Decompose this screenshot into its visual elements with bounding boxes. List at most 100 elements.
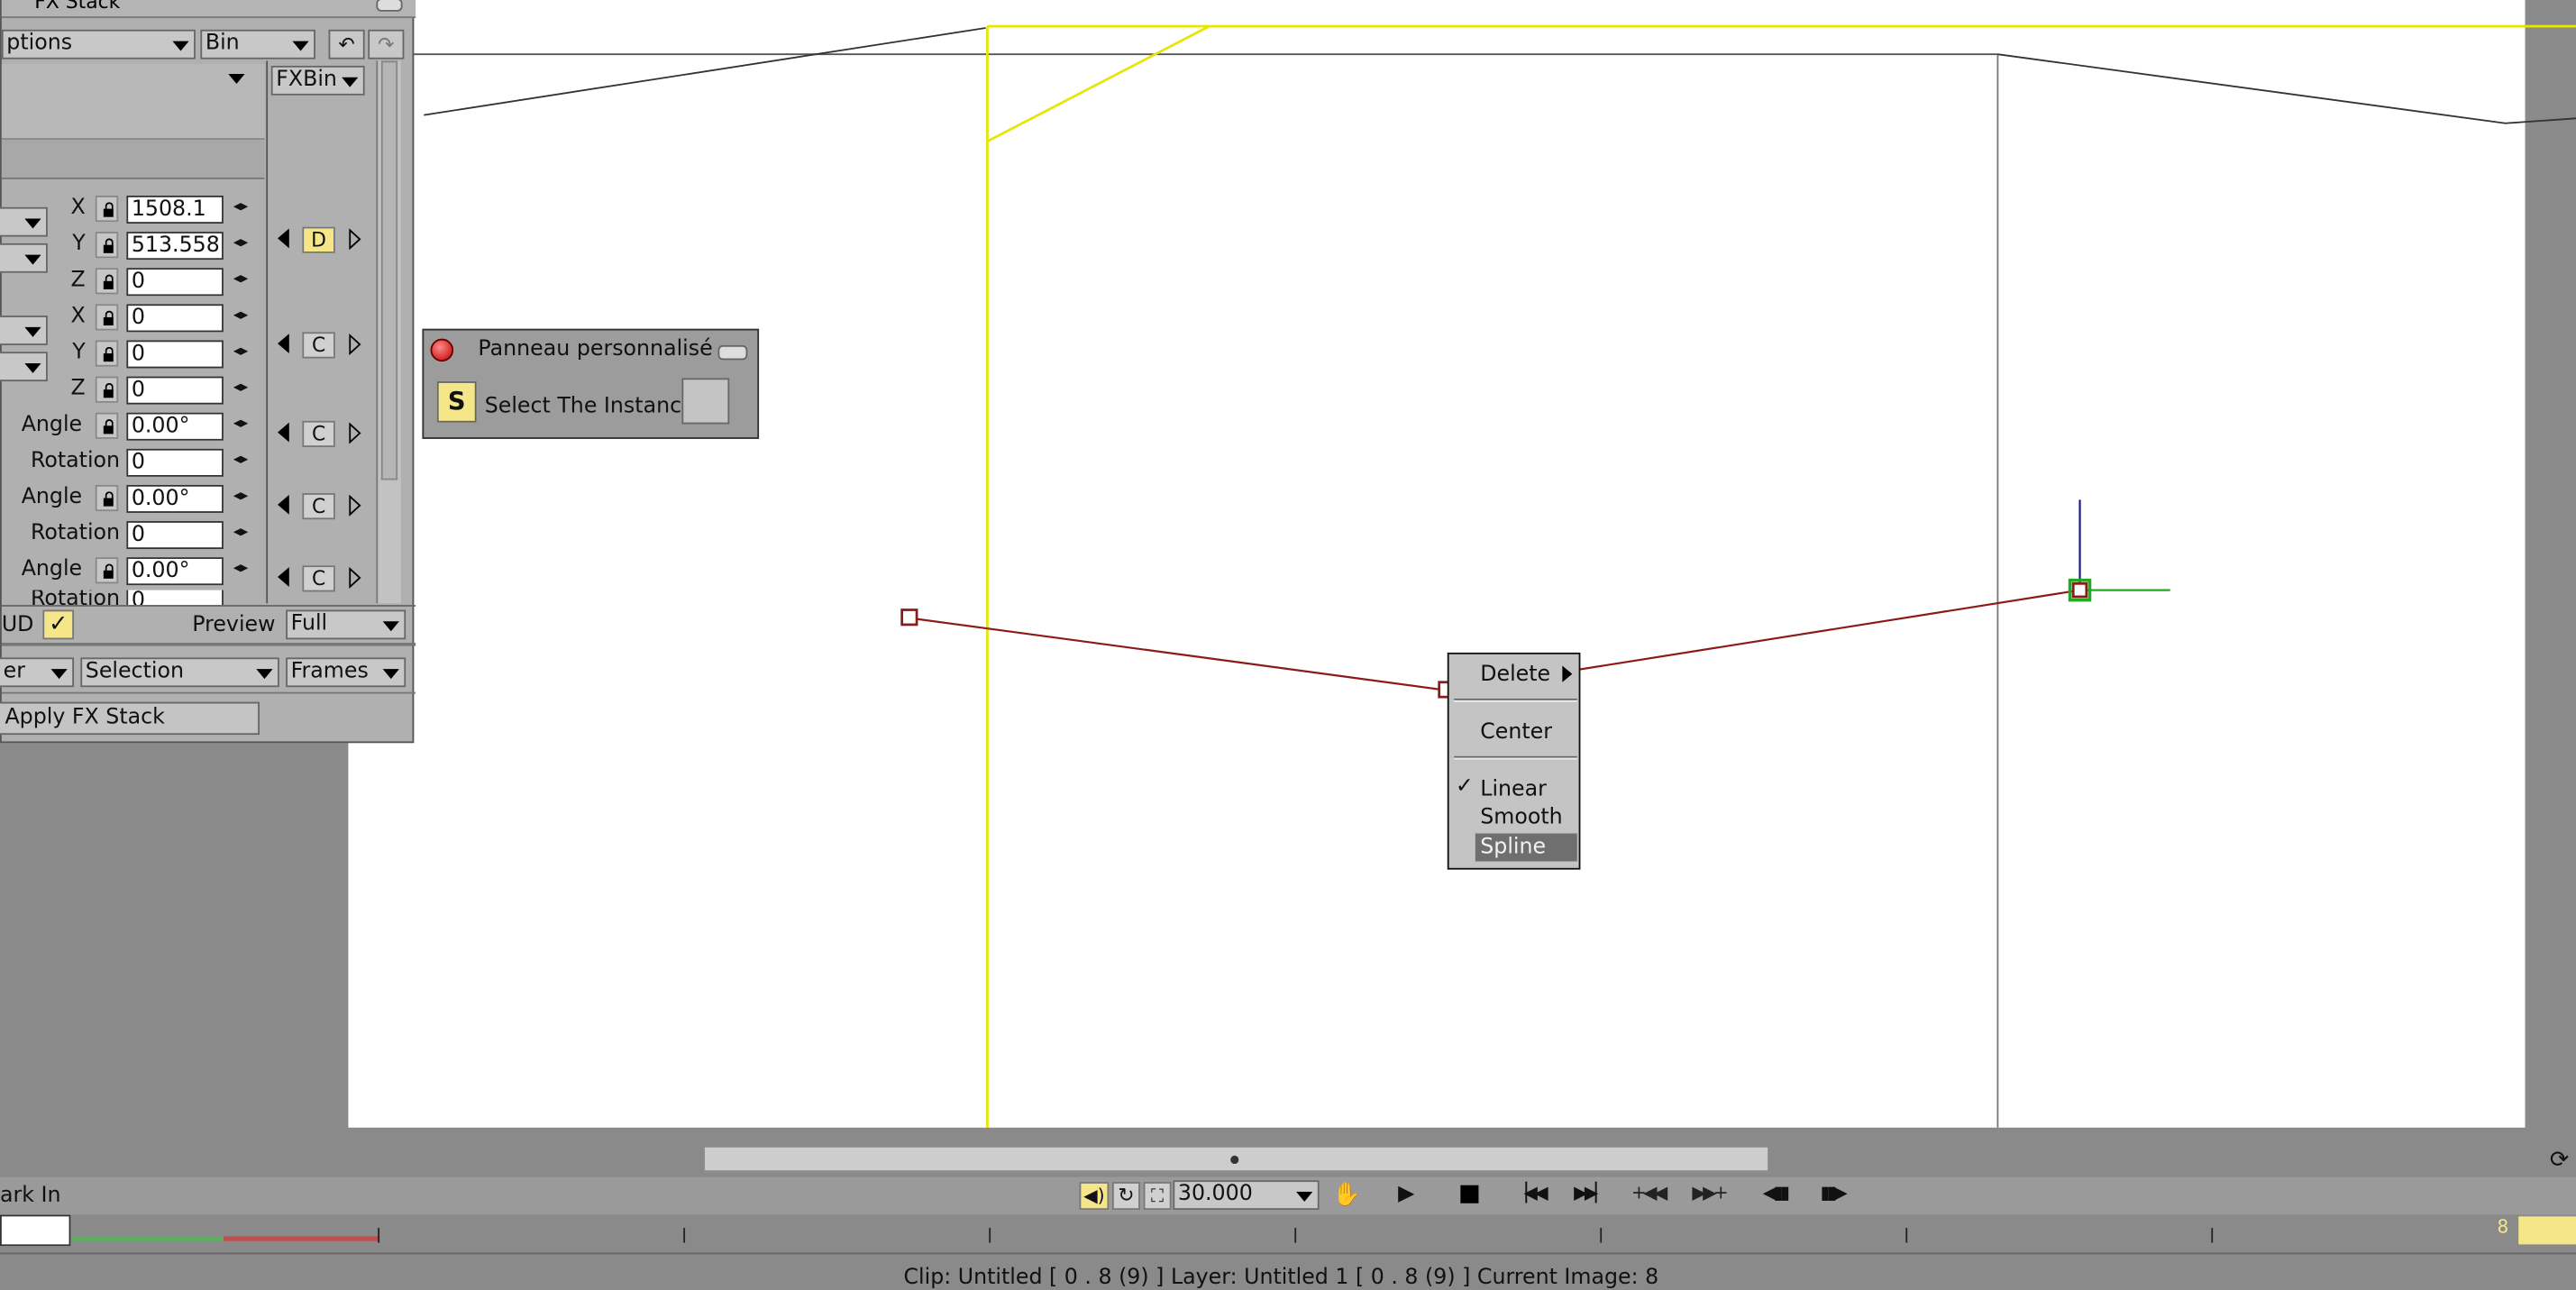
select-instance-button[interactable] (681, 378, 730, 425)
prev-key-icon[interactable] (278, 334, 289, 354)
close-icon[interactable] (430, 338, 454, 362)
bin-label: Bin (205, 31, 240, 56)
s-button[interactable]: S (436, 381, 477, 423)
param-field-y[interactable]: 513.558 (126, 232, 224, 261)
param-field-z[interactable]: 0 (126, 268, 224, 297)
fx-list[interactable] (1, 64, 265, 140)
lock-icon[interactable] (95, 340, 119, 367)
param-field-z2[interactable]: 0 (126, 376, 224, 405)
drag-arrows-icon[interactable]: ◂▸ (233, 380, 248, 396)
play-icon[interactable]: ▶ (1398, 1182, 1414, 1206)
prev-key-icon[interactable] (278, 494, 289, 515)
hud-checkbox[interactable]: ✓ (42, 609, 75, 640)
lock-icon[interactable] (95, 232, 119, 259)
bin-dropdown[interactable]: Bin (200, 29, 315, 59)
lock-icon[interactable] (95, 557, 119, 584)
param-field-x2[interactable]: 0 (126, 304, 224, 333)
key-button[interactable]: D (302, 226, 335, 253)
param-field-rotation[interactable]: 0 (126, 590, 224, 606)
lock-icon[interactable] (95, 376, 119, 403)
menu-item-smooth[interactable]: Smooth (1449, 804, 1579, 832)
next-key-icon[interactable] (348, 333, 361, 356)
apply-fx-stack-button[interactable]: Apply FX Stack (0, 701, 260, 736)
last-frame-icon[interactable]: ▶▶▏ (1574, 1182, 1609, 1203)
playhead[interactable] (2518, 1216, 2576, 1245)
first-frame-icon[interactable]: ▕◀◀ (1513, 1182, 1548, 1203)
frame-input[interactable] (0, 1214, 71, 1247)
step-forward-icon[interactable]: ▮▮▶ (1821, 1182, 1848, 1203)
preview-dropdown[interactable]: Full (286, 609, 406, 640)
options-dropdown[interactable]: ptions (1, 29, 196, 59)
timeline-tick (378, 1228, 380, 1243)
minimize-icon[interactable] (717, 344, 748, 361)
drag-arrows-icon[interactable]: ◂▸ (233, 561, 248, 577)
key-button[interactable]: C (302, 565, 335, 592)
lock-icon[interactable] (95, 268, 119, 295)
key-button[interactable]: C (302, 420, 335, 447)
h-scroll-thumb[interactable] (703, 1145, 1770, 1173)
next-key-icon[interactable] (348, 228, 361, 251)
fps-dropdown[interactable]: 30.000 (1173, 1180, 1320, 1211)
prev-key-icon[interactable] (278, 228, 289, 249)
loop-icon[interactable]: ↻ (1111, 1182, 1140, 1211)
lock-icon[interactable] (95, 304, 119, 331)
fxbin-dropdown[interactable]: FXBin (270, 65, 365, 96)
drag-arrows-icon[interactable]: ◂▸ (233, 489, 248, 505)
menu-separator (1454, 698, 1577, 702)
drag-arrows-icon[interactable]: ◂▸ (233, 343, 248, 360)
prev-key-icon[interactable] (278, 422, 289, 443)
param-field-rotation[interactable]: 0 (126, 448, 224, 477)
next-key-frame-icon[interactable]: ▶▶+ (1692, 1182, 1728, 1203)
lock-icon[interactable] (95, 412, 119, 439)
filter-dropdown[interactable]: er (0, 657, 75, 688)
drag-arrows-icon[interactable]: ◂▸ (233, 199, 248, 215)
drag-arrows-icon[interactable]: ◂▸ (233, 416, 248, 432)
step-back-icon[interactable]: ◀▮▮ (1763, 1182, 1790, 1203)
timeline-tick (2211, 1228, 2214, 1243)
param-field-y2[interactable]: 0 (126, 340, 224, 369)
key-button[interactable]: C (302, 493, 335, 520)
timeline[interactable]: 8 (72, 1214, 2576, 1247)
param-scrollbar[interactable] (376, 60, 401, 604)
param-field-angle[interactable]: 0.00° (126, 557, 224, 586)
scroll-thumb[interactable] (380, 60, 398, 480)
param-field-angle[interactable]: 0.00° (126, 484, 224, 513)
drag-arrows-icon[interactable]: ◂▸ (233, 235, 248, 252)
param-field-angle[interactable]: 0.00° (126, 412, 224, 441)
drag-arrows-icon[interactable]: ◂▸ (233, 452, 248, 468)
menu-item-spline[interactable]: Spline (1475, 833, 1577, 862)
param-label: X (70, 195, 86, 221)
preview-value: Full (290, 611, 328, 636)
param-field-rotation[interactable]: 0 (126, 521, 224, 550)
next-key-icon[interactable] (348, 494, 361, 517)
prev-key-frame-icon[interactable]: +◀◀ (1631, 1182, 1667, 1203)
frames-dropdown[interactable]: Frames (286, 657, 406, 688)
menu-item-center[interactable]: Center (1449, 718, 1579, 746)
param-label: Y (72, 340, 86, 365)
menu-item-delete[interactable]: Delete (1449, 661, 1579, 689)
drag-arrows-icon[interactable]: ◂▸ (233, 271, 248, 288)
fx-stack-titlebar[interactable]: FX Stack (1, 0, 416, 19)
next-key-icon[interactable] (348, 422, 361, 444)
param-label: Z (70, 376, 86, 401)
lock-icon[interactable] (95, 484, 119, 512)
menu-separator (1454, 755, 1577, 760)
stop-icon[interactable] (1460, 1185, 1479, 1203)
key-button[interactable]: C (302, 332, 335, 359)
hand-icon[interactable]: ✋ (1332, 1182, 1361, 1208)
refresh-icon[interactable]: ⟳ (2550, 1148, 2569, 1174)
next-key-icon[interactable] (348, 566, 361, 590)
redo-icon[interactable]: ↷ (368, 29, 405, 59)
param-label: Angle (21, 484, 83, 510)
undo-icon[interactable]: ↶ (328, 29, 365, 59)
lock-icon[interactable] (95, 195, 119, 223)
collapse-icon[interactable] (376, 0, 403, 12)
audio-icon[interactable]: ◀) (1079, 1182, 1110, 1211)
prev-key-icon[interactable] (278, 567, 289, 587)
selection-dropdown[interactable]: Selection (80, 657, 279, 688)
drag-arrows-icon[interactable]: ◂▸ (233, 525, 248, 541)
param-field-x[interactable]: 1508.1 (126, 195, 224, 224)
drag-arrows-icon[interactable]: ◂▸ (233, 307, 248, 324)
fit-icon[interactable]: ⛶ (1143, 1182, 1172, 1211)
menu-item-linear[interactable]: Linear (1449, 776, 1579, 804)
